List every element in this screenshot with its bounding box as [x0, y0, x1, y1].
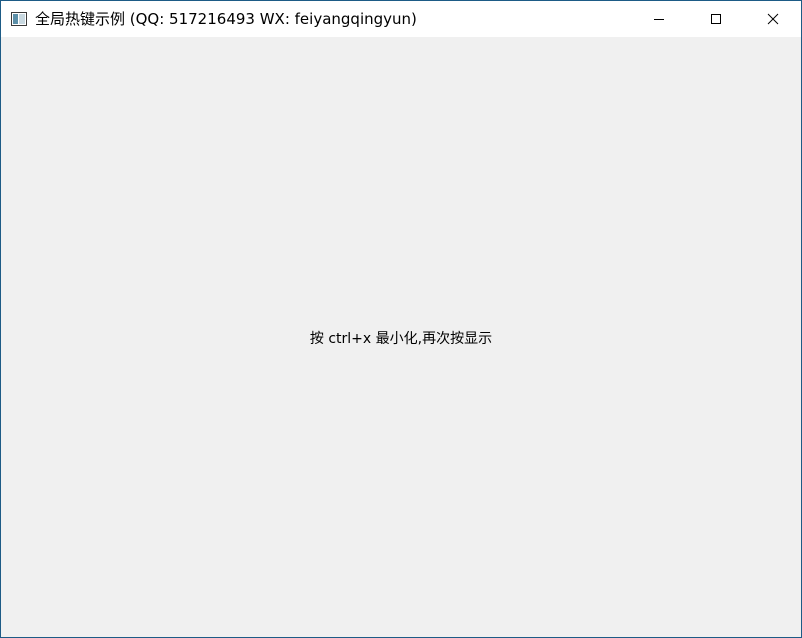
app-window: 全局热键示例 (QQ: 517216493 WX: feiyangqingyun… [0, 0, 802, 638]
maximize-icon [710, 10, 722, 29]
minimize-button[interactable] [630, 1, 688, 37]
minimize-icon [653, 10, 665, 29]
main-content: 按 ctrl+x 最小化,再次按显示 [1, 37, 801, 637]
close-button[interactable] [744, 1, 802, 37]
hotkey-hint-label: 按 ctrl+x 最小化,再次按显示 [309, 331, 493, 347]
close-icon [767, 10, 779, 29]
window-title: 全局热键示例 (QQ: 517216493 WX: feiyangqingyun… [35, 10, 417, 28]
app-window-icon [11, 11, 27, 26]
maximize-button[interactable] [687, 1, 745, 37]
title-bar[interactable]: 全局热键示例 (QQ: 517216493 WX: feiyangqingyun… [1, 1, 801, 37]
